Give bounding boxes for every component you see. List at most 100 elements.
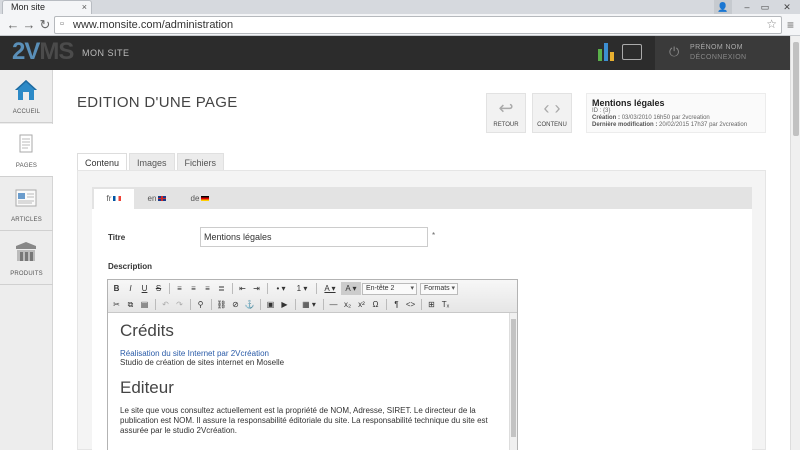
back-button[interactable]: ↩ RETOUR xyxy=(486,93,526,133)
info-page-title: Mentions légales xyxy=(592,98,665,108)
indent-icon[interactable]: ⇥ xyxy=(250,282,263,295)
paste-icon[interactable]: ▤ xyxy=(138,298,151,311)
subscript-icon[interactable]: x₂ xyxy=(341,298,354,311)
paragraph-icon[interactable]: ¶ xyxy=(390,298,403,311)
redo-icon[interactable]: ↷ xyxy=(173,298,186,311)
url-text: www.monsite.com/administration xyxy=(73,19,234,31)
rich-text-editor: B I U S ≡ ≡ ≡ ≣ ⇤ ⇥ • ▾ 1 ▾ A ▾ A ▾ En-t… xyxy=(107,279,518,450)
flag-fr-icon xyxy=(113,196,122,202)
outdent-icon[interactable]: ⇤ xyxy=(236,282,249,295)
info-modification: Dernière modification : 20/02/2015 17h37… xyxy=(592,122,748,128)
sidebar-item-label: ACCUEIL xyxy=(12,109,41,115)
numbered-list-icon[interactable]: 1 ▾ xyxy=(292,282,312,295)
table-icon[interactable]: ▦ ▾ xyxy=(299,298,319,311)
tab-images[interactable]: Images xyxy=(129,153,175,171)
content-heading-1: Crédits xyxy=(120,321,174,340)
image-icon[interactable]: ▣ xyxy=(264,298,277,311)
sidebar-item-label: PAGES xyxy=(15,163,38,169)
fullscreen-icon[interactable]: ⊞ xyxy=(425,298,438,311)
flag-uk-icon xyxy=(158,196,167,202)
undo-icon[interactable]: ↶ xyxy=(159,298,172,311)
minimize-icon[interactable]: – xyxy=(738,0,756,14)
browser-tabbar: Mon site × 👤 – ▭ ✕ xyxy=(0,0,800,14)
align-left-icon[interactable]: ≡ xyxy=(173,282,186,295)
logo[interactable]: 2VMS xyxy=(12,39,74,65)
maximize-icon[interactable]: ▭ xyxy=(756,0,774,14)
lang-tab-de[interactable]: de xyxy=(180,189,220,209)
home-icon xyxy=(15,80,37,100)
page-info-box: Mentions légales ID : {3} Création : 03/… xyxy=(586,93,766,133)
credits-text: Studio de création de sites internet en … xyxy=(120,358,285,367)
page-title: EDITION D'UNE PAGE xyxy=(77,94,238,111)
bookmark-star-icon[interactable]: ☆ xyxy=(766,17,777,31)
forward-icon[interactable]: → xyxy=(22,17,36,33)
title-label: Titre xyxy=(108,233,126,242)
heading-select[interactable]: En-tête 2 xyxy=(362,282,417,295)
media-icon[interactable]: ▶ xyxy=(278,298,291,311)
prev-next-icon: ‹ › xyxy=(543,98,561,118)
page-icon: ▫ xyxy=(60,18,64,30)
language-tabs: fr en de xyxy=(92,187,752,209)
title-input[interactable] xyxy=(200,227,428,247)
logout-link[interactable]: DÉCONNEXION xyxy=(690,54,747,61)
sidebar-item-label: PRODUITS xyxy=(10,271,43,277)
sidebar-item-label: ARTICLES xyxy=(11,217,42,223)
align-center-icon[interactable]: ≡ xyxy=(187,282,200,295)
sidebar-item-accueil[interactable]: ACCUEIL xyxy=(0,70,53,123)
cut-icon[interactable]: ✂ xyxy=(110,298,123,311)
user-panel: ⏻ PRÉNOM NOM DÉCONNEXION xyxy=(655,36,790,70)
sidebar-item-articles[interactable]: ARTICLES xyxy=(0,178,53,231)
lang-tab-fr[interactable]: fr xyxy=(94,189,134,209)
scrollbar-thumb[interactable] xyxy=(793,42,799,136)
lang-tab-en[interactable]: en xyxy=(137,189,177,209)
bold-icon[interactable]: B xyxy=(110,282,123,295)
sidebar-item-produits[interactable]: PRODUITS xyxy=(0,232,53,285)
align-justify-icon[interactable]: ≣ xyxy=(215,282,228,295)
strikethrough-icon[interactable]: S xyxy=(152,282,165,295)
horizontal-rule-icon[interactable]: — xyxy=(327,298,340,311)
power-icon[interactable]: ⏻ xyxy=(669,44,679,60)
source-code-icon[interactable]: <> xyxy=(404,298,417,311)
view-site-icon[interactable] xyxy=(622,44,642,60)
menu-icon[interactable]: ≡ xyxy=(787,18,794,32)
address-bar[interactable]: ▫ www.monsite.com/administration ☆ xyxy=(54,16,782,34)
browser-toolbar: ← → ↻ ▫ www.monsite.com/administration ☆… xyxy=(0,14,800,36)
user-profile-icon[interactable]: 👤 xyxy=(714,0,732,14)
language-panel: fr en de Titre * Description B I U S ≡ ≡… xyxy=(92,187,752,450)
site-name[interactable]: MON SITE xyxy=(82,48,130,58)
find-icon[interactable]: ⚲ xyxy=(194,298,207,311)
special-char-icon[interactable]: Ω xyxy=(369,298,382,311)
bullet-list-icon[interactable]: • ▾ xyxy=(271,282,291,295)
align-right-icon[interactable]: ≡ xyxy=(201,282,214,295)
editor-content[interactable]: Crédits Réalisation du site Internet par… xyxy=(108,313,517,450)
close-tab-icon[interactable]: × xyxy=(82,1,87,13)
anchor-icon[interactable]: ⚓ xyxy=(243,298,256,311)
editor-scrollbar-thumb[interactable] xyxy=(511,319,516,437)
clear-format-icon[interactable]: Tₓ xyxy=(439,298,452,311)
tab-contenu[interactable]: Contenu xyxy=(77,153,128,171)
italic-icon[interactable]: I xyxy=(124,282,137,295)
background-color-icon[interactable]: A ▾ xyxy=(341,282,361,295)
flag-de-icon xyxy=(201,196,210,202)
reload-icon[interactable]: ↻ xyxy=(38,17,52,33)
browser-tab[interactable]: Mon site × xyxy=(2,0,92,14)
copy-icon[interactable]: ⧉ xyxy=(124,298,137,311)
unlink-icon[interactable]: ⊘ xyxy=(229,298,242,311)
page-scrollbar[interactable] xyxy=(790,36,800,450)
text-color-icon[interactable]: A ▾ xyxy=(320,282,340,295)
credits-link[interactable]: Réalisation du site Internet par 2Vcréat… xyxy=(120,349,505,358)
browser-tab-title: Mon site xyxy=(11,2,46,12)
superscript-icon[interactable]: x² xyxy=(355,298,368,311)
close-window-icon[interactable]: ✕ xyxy=(774,0,800,14)
return-arrow-icon: ↩ xyxy=(498,98,514,118)
tab-fichiers[interactable]: Fichiers xyxy=(176,153,225,171)
editor-scrollbar[interactable] xyxy=(509,313,517,450)
underline-icon[interactable]: U xyxy=(138,282,151,295)
back-icon[interactable]: ← xyxy=(6,17,20,33)
formats-select[interactable]: Formats xyxy=(420,282,458,295)
sidebar-item-pages[interactable]: PAGES xyxy=(0,124,53,177)
pages-icon xyxy=(19,134,33,153)
statistics-icon[interactable] xyxy=(598,43,614,61)
content-nav-button[interactable]: ‹ › CONTENU xyxy=(532,93,572,133)
link-icon[interactable]: ⛓ xyxy=(215,298,228,311)
